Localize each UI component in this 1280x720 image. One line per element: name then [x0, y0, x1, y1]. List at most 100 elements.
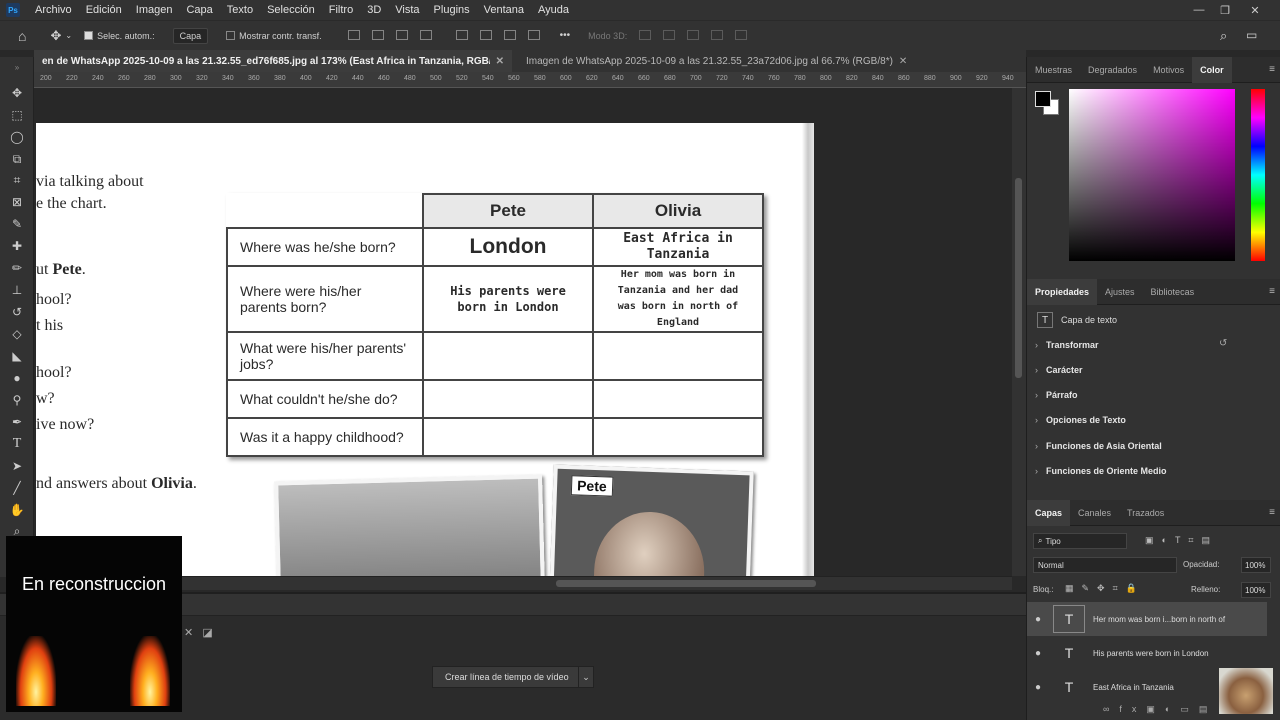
- eye-icon[interactable]: ●: [1027, 648, 1049, 659]
- layer-filter-icons[interactable]: ▣◐T⌗▤: [1145, 535, 1218, 546]
- answer-pete[interactable]: His parents were born in London: [422, 265, 594, 333]
- align-icons[interactable]: [342, 29, 438, 42]
- blur-tool-icon[interactable]: ●: [9, 370, 25, 386]
- section-oriente-medio[interactable]: › Funciones de Oriente Medio: [1035, 466, 1167, 476]
- close-tab-icon[interactable]: ✕: [496, 56, 504, 67]
- collapse-toolbar-icon[interactable]: »: [9, 59, 25, 75]
- lock-icons[interactable]: ▦✎✥⌗🔒: [1065, 583, 1145, 594]
- distribute-icons[interactable]: [450, 29, 546, 42]
- paint-bucket-icon[interactable]: ◣: [9, 348, 25, 364]
- tab-canales[interactable]: Canales: [1070, 500, 1119, 526]
- create-video-timeline-button[interactable]: Crear línea de tiempo de vídeo: [432, 666, 580, 688]
- quick-select-icon[interactable]: ⧉: [9, 151, 25, 167]
- tab-propiedades[interactable]: Propiedades: [1027, 278, 1098, 305]
- panel-menu-icon[interactable]: ≡: [1269, 64, 1275, 75]
- eraser-tool-icon[interactable]: ◇: [9, 326, 25, 342]
- more-options-icon[interactable]: •••: [560, 30, 571, 41]
- section-transformar[interactable]: › Transformar: [1035, 340, 1099, 350]
- layer-row[interactable]: ● T Her mom was born i...born in north o…: [1027, 602, 1267, 636]
- restore-button[interactable]: ❐: [1210, 0, 1240, 20]
- layer-filter-dropdown[interactable]: ⌕ Tipo: [1033, 533, 1127, 549]
- menu-capa[interactable]: Capa: [179, 4, 219, 16]
- reset-transform-icon[interactable]: ↺: [1219, 338, 1227, 349]
- menu-imagen[interactable]: Imagen: [129, 4, 180, 16]
- ruler-tick-label: 400: [300, 75, 312, 82]
- section-opciones-texto[interactable]: › Opciones de Texto: [1035, 415, 1126, 425]
- lasso-tool-icon[interactable]: ◯: [9, 129, 25, 145]
- close-window-button[interactable]: ✕: [1240, 0, 1270, 20]
- hue-slider[interactable]: [1251, 89, 1265, 261]
- menu-seleccion[interactable]: Selección: [260, 4, 322, 16]
- answer-olivia[interactable]: East Africa in Tanzania: [592, 227, 764, 267]
- menu-ventana[interactable]: Ventana: [477, 4, 531, 16]
- search-icon[interactable]: ⌕: [1220, 28, 1227, 44]
- menu-texto[interactable]: Texto: [220, 4, 260, 16]
- tab-motivos[interactable]: Motivos: [1145, 57, 1192, 83]
- crop-tool-icon[interactable]: ⌗: [9, 172, 25, 188]
- path-select-icon[interactable]: ➤: [9, 458, 25, 474]
- eye-icon[interactable]: ●: [1027, 614, 1049, 625]
- foreground-color-swatch[interactable]: [1035, 91, 1051, 107]
- lock-label: Bloq.:: [1033, 585, 1054, 594]
- brush-tool-icon[interactable]: ✏: [9, 260, 25, 276]
- ruler-tick-label: 820: [846, 75, 858, 82]
- opacity-field[interactable]: 100%: [1241, 557, 1271, 573]
- menu-edicion[interactable]: Edición: [79, 4, 129, 16]
- menu-plugins[interactable]: Plugins: [427, 4, 477, 16]
- workspace-icon[interactable]: ▭: [1246, 28, 1257, 42]
- tab-capas[interactable]: Capas: [1027, 499, 1071, 526]
- line-tool-icon[interactable]: ╱: [9, 480, 25, 496]
- section-caracter[interactable]: › Carácter: [1035, 365, 1083, 375]
- move-tool-icon[interactable]: ✥: [9, 85, 25, 101]
- page-edge: [802, 123, 814, 576]
- document-tab-1[interactable]: en de WhatsApp 2025-10-09 a las 21.32.55…: [34, 50, 512, 72]
- healing-brush-icon[interactable]: ✚: [9, 238, 25, 254]
- ruler-tick-label: 360: [248, 75, 260, 82]
- canvas-area[interactable]: via talking about e the chart. ut Pete. …: [36, 88, 1012, 576]
- auto-select-checkbox[interactable]: [84, 31, 94, 40]
- tab-degradados[interactable]: Degradados: [1080, 57, 1145, 83]
- close-tab-icon[interactable]: ✕: [899, 56, 907, 67]
- marquee-tool-icon[interactable]: ⬚: [9, 107, 25, 123]
- tab-color[interactable]: Color: [1192, 56, 1232, 83]
- menu-vista[interactable]: Vista: [388, 4, 426, 16]
- document-tab-2[interactable]: Imagen de WhatsApp 2025-10-09 a las 21.3…: [512, 50, 932, 72]
- tab-muestras[interactable]: Muestras: [1027, 57, 1080, 83]
- section-parrafo[interactable]: › Párrafo: [1035, 390, 1078, 400]
- menu-archivo[interactable]: Archivo: [28, 4, 79, 16]
- panel-menu-icon[interactable]: ≡: [1269, 286, 1275, 297]
- history-brush-icon[interactable]: ↺: [9, 304, 25, 320]
- menu-filtro[interactable]: Filtro: [322, 4, 360, 16]
- vertical-scrollbar[interactable]: [1012, 88, 1026, 576]
- move-tool-icon[interactable]: ✥: [50, 28, 61, 44]
- menu-ayuda[interactable]: Ayuda: [531, 4, 576, 16]
- menu-3d[interactable]: 3D: [360, 4, 388, 16]
- panel-menu-icon[interactable]: ≡: [1269, 507, 1275, 518]
- pen-tool-icon[interactable]: ✒: [9, 414, 25, 430]
- home-icon[interactable]: ⌂: [18, 28, 26, 44]
- scroll-thumb[interactable]: [1015, 178, 1022, 378]
- frame-tool-icon[interactable]: ⊠: [9, 194, 25, 210]
- layer-row[interactable]: ● T His parents were born in London: [1027, 636, 1267, 670]
- scroll-thumb[interactable]: [556, 580, 816, 587]
- hand-tool-icon[interactable]: ✋: [9, 502, 25, 518]
- show-transform-checkbox[interactable]: [226, 31, 236, 40]
- eye-icon[interactable]: ●: [1027, 682, 1049, 693]
- chevron-down-icon[interactable]: ⌄: [65, 31, 72, 40]
- eyedropper-icon[interactable]: ✎: [9, 216, 25, 232]
- fill-field[interactable]: 100%: [1241, 582, 1271, 598]
- answer-olivia[interactable]: Her mom was born in Tanzania and her dad…: [592, 265, 764, 333]
- timeline-dropdown[interactable]: ⌄: [578, 666, 594, 688]
- type-tool-icon[interactable]: T: [9, 436, 25, 452]
- timeline-tools-icons[interactable]: ✕ ◪: [184, 626, 213, 639]
- horizontal-scrollbar[interactable]: [36, 576, 1012, 590]
- tab-trazados[interactable]: Trazados: [1119, 500, 1172, 526]
- tab-ajustes[interactable]: Ajustes: [1097, 279, 1143, 305]
- blend-mode-dropdown[interactable]: Normal: [1033, 557, 1177, 573]
- dodge-tool-icon[interactable]: ⚲: [9, 392, 25, 408]
- section-asia-oriental[interactable]: › Funciones de Asia Oriental: [1035, 441, 1162, 451]
- tab-bibliotecas[interactable]: Bibliotecas: [1143, 279, 1203, 305]
- color-picker-field[interactable]: [1069, 89, 1235, 261]
- clone-stamp-icon[interactable]: ⊥: [9, 282, 25, 298]
- auto-select-dropdown[interactable]: Capa: [172, 27, 209, 44]
